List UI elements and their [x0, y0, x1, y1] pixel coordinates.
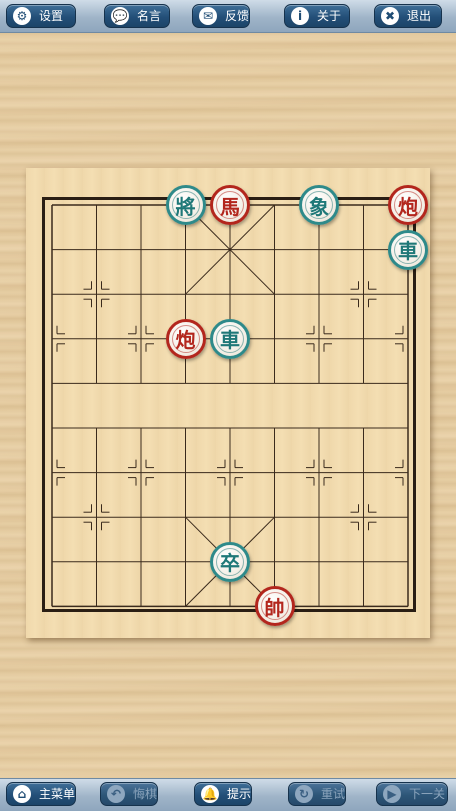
- piece-red[interactable]: 炮: [165, 318, 206, 359]
- quotes-label: 名言: [137, 9, 162, 23]
- about-button[interactable]: i 关于: [284, 4, 350, 28]
- piece-teal[interactable]: 象: [299, 185, 339, 225]
- about-label: 关于: [317, 9, 342, 23]
- speech-bubble-icon: 💬: [111, 7, 129, 25]
- settings-label: 设置: [39, 9, 64, 23]
- piece-teal[interactable]: 車: [210, 318, 250, 359]
- piece-teal[interactable]: 卒: [210, 541, 250, 582]
- settings-button[interactable]: ⚙ 设置: [6, 4, 76, 28]
- piece-red[interactable]: 炮: [388, 185, 428, 225]
- retry-button[interactable]: ↻ 重试: [288, 782, 346, 806]
- next-level-label: 下一关: [409, 787, 446, 801]
- undo-button[interactable]: ↶ 悔棋: [100, 782, 158, 806]
- undo-icon: ↶: [107, 785, 125, 803]
- bell-icon: 🔔: [201, 785, 219, 803]
- retry-icon: ↻: [295, 785, 313, 803]
- next-icon: ▶: [383, 785, 401, 803]
- home-icon: ⌂: [13, 785, 31, 803]
- exit-button[interactable]: ✖ 退出: [374, 4, 442, 28]
- hint-button[interactable]: 🔔 提示: [194, 782, 252, 806]
- piece-teal[interactable]: 將: [165, 185, 206, 225]
- info-icon: i: [291, 7, 309, 25]
- quotes-button[interactable]: 💬 名言: [104, 4, 170, 28]
- feedback-button[interactable]: ✉ 反馈: [192, 4, 250, 28]
- undo-label: 悔棋: [132, 787, 157, 801]
- exit-label: 退出: [407, 9, 432, 23]
- next-level-button[interactable]: ▶ 下一关: [376, 782, 448, 806]
- retry-label: 重试: [320, 787, 345, 801]
- piece-teal[interactable]: 車: [388, 229, 428, 270]
- piece-red[interactable]: 帥: [254, 586, 295, 627]
- envelope-icon: ✉: [199, 7, 217, 25]
- main-menu-button[interactable]: ⌂ 主菜单: [6, 782, 76, 806]
- gear-icon: ⚙: [13, 7, 31, 25]
- piece-red[interactable]: 馬: [210, 185, 250, 225]
- hint-label: 提示: [226, 787, 251, 801]
- feedback-label: 反馈: [224, 9, 249, 23]
- main-menu-label: 主菜单: [38, 787, 75, 801]
- close-icon: ✖: [381, 7, 399, 25]
